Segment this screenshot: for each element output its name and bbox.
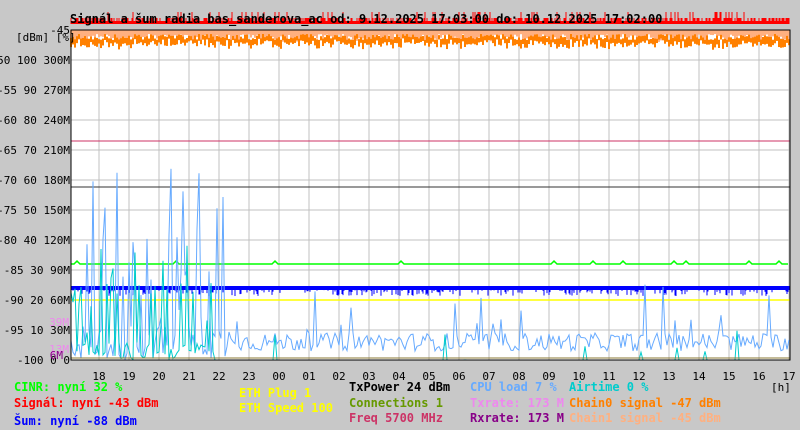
y-tick-label: -75 50 150M bbox=[0, 204, 70, 217]
y-tick-label: -50 100 300M bbox=[0, 54, 70, 67]
y-unit-label: [dBm] [%] bbox=[16, 31, 76, 44]
legend-freq: Freq 5700 MHz bbox=[349, 411, 443, 425]
y-tick-label: -80 40 120M bbox=[0, 234, 70, 247]
legend-rxrate: Rxrate: 173 M bbox=[470, 411, 564, 425]
legend-noise: Šum: nyní -88 dBm bbox=[14, 414, 137, 428]
y-tick-label: -85 30 90M bbox=[4, 264, 71, 277]
x-tick-label: 23 bbox=[242, 370, 255, 383]
x-tick-label: 20 bbox=[152, 370, 165, 383]
x-tick-label: 21 bbox=[182, 370, 195, 383]
y-tick-label: -65 70 210M bbox=[0, 144, 70, 157]
y-tick-label: -70 60 180M bbox=[0, 174, 70, 187]
y-tick-label: -55 90 270M bbox=[0, 84, 70, 97]
legend-chain1: Chain1 signal -45 dBm bbox=[569, 411, 721, 425]
legend-cpu: CPU load 7 % bbox=[470, 380, 557, 394]
x-tick-label: 22 bbox=[212, 370, 225, 383]
legend-airtime: Airtime 0 % bbox=[569, 380, 649, 394]
x-tick-label: 01 bbox=[302, 370, 315, 383]
x-tick-label: 19 bbox=[122, 370, 135, 383]
legend-signal: Signál: nyní -43 dBm bbox=[14, 396, 159, 410]
txrate-axis-label: 39M bbox=[49, 316, 69, 329]
x-tick-label: 16 bbox=[752, 370, 765, 383]
x-unit-label: [h] bbox=[771, 381, 791, 394]
legend-connections: Connections 1 bbox=[349, 396, 443, 410]
legend-txpower: TxPower 24 dBm bbox=[349, 380, 451, 394]
legend-eth-plug: ETH Plug 1 bbox=[239, 386, 312, 400]
chart-container: -45-50 100 300M-55 90 270M-60 80 240M-65… bbox=[0, 0, 800, 430]
legend-chain0: Chain0 signal -47 dBm bbox=[569, 396, 721, 410]
legend-txrate: Txrate: 173 M bbox=[470, 396, 564, 410]
x-tick-label: 13 bbox=[662, 370, 675, 383]
legend-cinr: CINR: nyní 32 % bbox=[14, 380, 123, 394]
chart-title: Signál a šum radia bas_sanderova_ac od: … bbox=[70, 12, 663, 26]
x-tick-label: 06 bbox=[452, 370, 465, 383]
rxrate-axis-label: 6M bbox=[50, 349, 64, 362]
x-tick-label: 02 bbox=[332, 370, 345, 383]
x-tick-label: 00 bbox=[272, 370, 285, 383]
chart-svg: -45-50 100 300M-55 90 270M-60 80 240M-65… bbox=[0, 12, 796, 383]
y-tick-label: -60 80 240M bbox=[0, 114, 70, 127]
y-tick-label: -90 20 60M bbox=[4, 294, 71, 307]
plot-area bbox=[71, 30, 790, 360]
x-tick-label: 15 bbox=[722, 370, 735, 383]
legend-eth-speed: ETH Speed 100 bbox=[239, 401, 333, 415]
x-tick-label: 14 bbox=[692, 370, 706, 383]
